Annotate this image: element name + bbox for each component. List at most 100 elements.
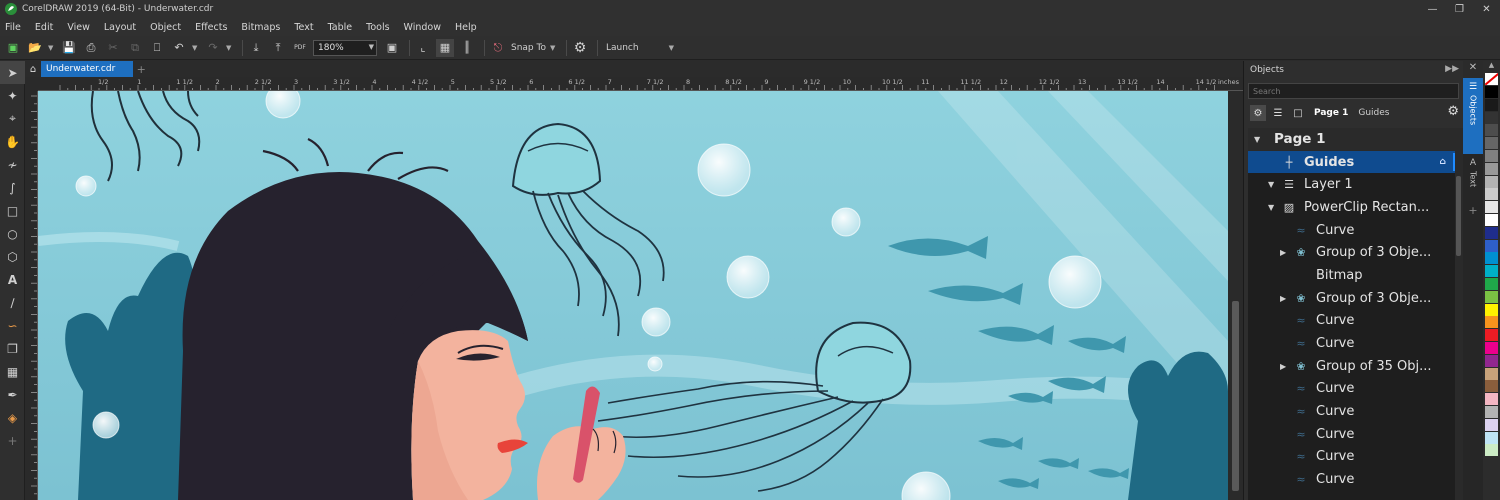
close-window-icon[interactable]: ✕ (1473, 0, 1500, 18)
add-tool-icon[interactable]: + (0, 429, 25, 452)
tree-row-group[interactable]: ▶ ❀ Group of 3 Obje... (1248, 241, 1456, 264)
expanded-arrow-icon[interactable]: ▼ (1268, 180, 1274, 189)
color-swatch[interactable] (1485, 393, 1498, 406)
tree-row-curve[interactable]: ≈ Curve (1248, 423, 1456, 446)
tree-row-curve[interactable]: ≈ Curve (1248, 219, 1456, 242)
menu-effects[interactable]: Effects (195, 22, 227, 33)
vertical-ruler[interactable] (25, 91, 38, 500)
color-swatch[interactable] (1485, 329, 1498, 342)
open-dropdown-icon[interactable]: ▼ (48, 44, 56, 52)
color-swatch[interactable] (1485, 431, 1498, 444)
palette-scroll-up-icon[interactable]: ▲ (1483, 61, 1500, 73)
tab-text[interactable]: A Text (1463, 154, 1483, 204)
paste-icon[interactable]: ⎕ (148, 39, 166, 57)
tree-row-guides[interactable]: ┼ Guides ⌂ (1248, 150, 1456, 174)
scrollbar-thumb[interactable] (1232, 301, 1239, 491)
add-docker-icon[interactable]: + (1463, 204, 1483, 224)
launch-dropdown-icon[interactable]: ▼ (669, 44, 677, 52)
connector-tool-icon[interactable]: ∽ (0, 314, 25, 337)
freehand-tool-icon[interactable]: ≁ (0, 153, 25, 176)
color-swatch[interactable] (1485, 303, 1498, 316)
pick-tool-icon[interactable]: ➤ (0, 61, 25, 84)
menu-edit[interactable]: Edit (35, 22, 53, 33)
layer-manager-icon[interactable]: ☰ (1270, 105, 1286, 121)
snap-to-dropdown-icon[interactable]: ▼ (550, 44, 558, 52)
color-swatch[interactable] (1485, 175, 1498, 188)
menu-file[interactable]: File (5, 22, 21, 33)
color-swatch[interactable] (1485, 188, 1498, 201)
color-swatch[interactable] (1485, 239, 1498, 252)
home-icon[interactable]: ⌂ (25, 61, 41, 77)
crop-tool-icon[interactable]: ⌖ (0, 107, 25, 130)
color-swatch[interactable] (1485, 418, 1498, 431)
show-rulers-icon[interactable]: ⌞ (414, 39, 432, 57)
color-eyedropper-tool-icon[interactable]: ✒ (0, 383, 25, 406)
text-tool-icon[interactable]: A (0, 268, 25, 291)
new-layer-icon[interactable]: ⚙ (1250, 105, 1266, 121)
tree-row-powerclip[interactable]: ▼ ▨ PowerClip Rectan... (1248, 196, 1456, 219)
objects-search-input[interactable]: Search (1248, 83, 1459, 99)
color-swatch[interactable] (1485, 290, 1498, 303)
ruler-origin[interactable] (25, 77, 38, 91)
artistic-media-tool-icon[interactable]: ∫ (0, 176, 25, 199)
zoom-level-combo[interactable]: 180% ▼ (313, 39, 377, 56)
color-swatch[interactable] (1485, 111, 1498, 124)
color-swatch[interactable] (1485, 341, 1498, 354)
restore-icon[interactable]: ❐ (1446, 0, 1473, 18)
tree-row-bitmap[interactable]: Bitmap (1248, 264, 1456, 287)
tree-row-layer[interactable]: ▼ ☰ Layer 1 (1248, 173, 1456, 196)
new-document-icon[interactable]: ▣ (4, 39, 22, 57)
drawing-canvas[interactable] (38, 91, 1228, 500)
lock-icon[interactable]: ⌂ (1440, 157, 1446, 167)
menu-table[interactable]: Table (328, 22, 353, 33)
menu-bitmaps[interactable]: Bitmaps (241, 22, 280, 33)
current-page-label[interactable]: Page 1 (1314, 108, 1348, 118)
expanded-arrow-icon[interactable]: ▼ (1268, 203, 1274, 212)
color-swatch[interactable] (1485, 405, 1498, 418)
publish-pdf-icon[interactable]: PDF (291, 39, 309, 57)
menu-layout[interactable]: Layout (104, 22, 136, 33)
color-swatch[interactable] (1485, 213, 1498, 226)
color-swatch[interactable] (1485, 137, 1498, 150)
color-swatch[interactable] (1485, 444, 1498, 457)
color-swatch[interactable] (1485, 265, 1498, 278)
new-tab-icon[interactable]: + (133, 61, 149, 77)
full-screen-preview-icon[interactable]: ▣ (383, 39, 401, 57)
menu-tools[interactable]: Tools (366, 22, 389, 33)
options-gear-icon[interactable]: ⚙ (571, 39, 589, 57)
collapsed-arrow-icon[interactable]: ▶ (1280, 362, 1286, 371)
color-swatch[interactable] (1485, 98, 1498, 111)
menu-window[interactable]: Window (404, 22, 441, 33)
polygon-tool-icon[interactable]: ⬡ (0, 245, 25, 268)
tree-row-curve[interactable]: ≈ Curve (1248, 446, 1456, 469)
undo-dropdown-icon[interactable]: ▼ (192, 44, 200, 52)
menu-text[interactable]: Text (294, 22, 313, 33)
color-swatch[interactable] (1485, 86, 1498, 98)
docker-options-gear-icon[interactable]: ⚙ (1447, 104, 1459, 119)
menu-help[interactable]: Help (455, 22, 477, 33)
docker-collapse-icon[interactable]: ▶▶ (1445, 64, 1459, 74)
color-swatch[interactable] (1485, 162, 1498, 175)
shape-tool-icon[interactable]: ✦ (0, 84, 25, 107)
export-icon[interactable]: ⤒ (269, 39, 287, 57)
interactive-fill-tool-icon[interactable]: ◈ (0, 406, 25, 429)
parallel-dimension-tool-icon[interactable]: ∕ (0, 291, 25, 314)
zoom-dropdown-icon[interactable]: ▼ (369, 43, 374, 51)
tree-row-page[interactable]: ▼ Page 1 (1248, 128, 1456, 151)
objects-tree-scrollbar[interactable] (1455, 128, 1463, 500)
minimize-icon[interactable]: — (1419, 0, 1446, 18)
horizontal-ruler[interactable]: 1/2 1 1 1/2 2 2 1/2 3 3 1/2 4 4 1/2 5 5 1/2 6 6 1/2 7… (38, 77, 1243, 91)
current-layer-label[interactable]: Guides (1358, 108, 1389, 118)
drop-shadow-tool-icon[interactable]: ❐ (0, 337, 25, 360)
color-swatch[interactable] (1485, 367, 1498, 380)
color-swatch[interactable] (1485, 354, 1498, 367)
transparency-tool-icon[interactable]: ▦ (0, 360, 25, 383)
show-guidelines-icon[interactable]: ║ (458, 39, 476, 57)
pan-tool-icon[interactable]: ✋ (0, 130, 25, 153)
rectangle-tool-icon[interactable]: □ (0, 199, 25, 222)
snap-to-label[interactable]: Snap To (511, 43, 546, 53)
copy-icon[interactable]: ⧉ (126, 39, 144, 57)
import-icon[interactable]: ⤓ (247, 39, 265, 57)
show-grid-icon[interactable]: ▦ (436, 38, 454, 57)
tree-row-curve[interactable]: ≈ Curve (1248, 310, 1456, 333)
